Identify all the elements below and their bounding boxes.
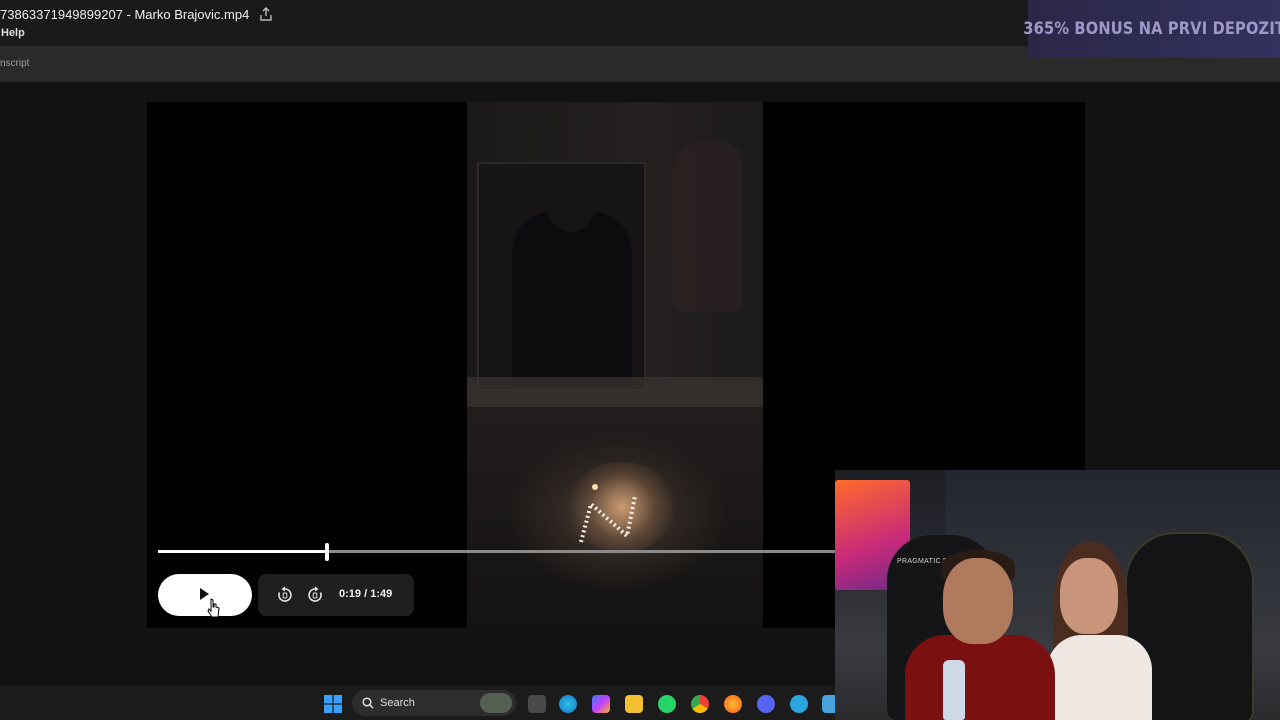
widgets-icon[interactable] xyxy=(480,693,512,713)
file-explorer-icon[interactable] xyxy=(625,695,643,713)
window-title-text: 7386337194989​9207 - Marko Brajovic.mp4 xyxy=(0,7,250,22)
seek-bar-thumb[interactable] xyxy=(325,543,329,561)
mouse-cursor-icon xyxy=(207,598,220,618)
water-bottle xyxy=(943,660,965,720)
candle-letter-n xyxy=(579,484,637,543)
telegram-icon[interactable] xyxy=(790,695,808,713)
webcam-woman xyxy=(1047,635,1152,720)
video-scene-person xyxy=(512,212,632,387)
edge-icon[interactable] xyxy=(559,695,577,713)
time-display: 0:19 / 1:49 xyxy=(339,588,392,600)
rewind-10-icon[interactable] xyxy=(276,586,294,604)
webcam-man xyxy=(905,635,1055,720)
window-title: 7386337194989​9207 - Marko Brajovic.mp4 xyxy=(0,7,273,22)
video-scene-floor xyxy=(467,377,763,407)
search-icon xyxy=(362,697,374,709)
discord-icon[interactable] xyxy=(757,695,775,713)
webcam-woman-head xyxy=(1060,558,1118,634)
firefox-icon[interactable] xyxy=(724,695,742,713)
copilot-icon[interactable] xyxy=(592,695,610,713)
ad-banner[interactable]: 365% BONUS NA PRVI DEPOZIT xyxy=(1023,0,1280,58)
task-view-icon[interactable] xyxy=(528,695,546,713)
menu-help[interactable]: Help xyxy=(1,27,25,39)
seek-bar-played[interactable] xyxy=(158,550,328,553)
windows-icon[interactable] xyxy=(324,695,342,713)
playback-controls: 0:19 / 1:49 xyxy=(258,574,414,616)
webcam-overlay: PRAGMATIC PL xyxy=(835,470,1280,720)
current-time: 0:19 xyxy=(339,588,362,600)
taskbar-search[interactable]: Search xyxy=(352,690,516,716)
webcam-man-head xyxy=(943,558,1013,644)
video-scene-person-head xyxy=(547,177,595,232)
duration: / 1:49 xyxy=(364,588,393,600)
ad-banner-text: 365% BONUS NA PRVI DEPOZIT xyxy=(1023,19,1280,39)
seek-bar-remaining[interactable] xyxy=(328,550,838,553)
video-scene-coat xyxy=(672,142,742,312)
transcript-tab[interactable]: nscript xyxy=(0,58,29,69)
forward-10-icon[interactable] xyxy=(306,586,324,604)
taskbar-search-label: Search xyxy=(380,697,415,709)
chrome-icon[interactable] xyxy=(691,695,709,713)
share-icon[interactable] xyxy=(259,7,273,21)
play-button[interactable] xyxy=(158,574,252,616)
whatsapp-icon[interactable] xyxy=(658,695,676,713)
